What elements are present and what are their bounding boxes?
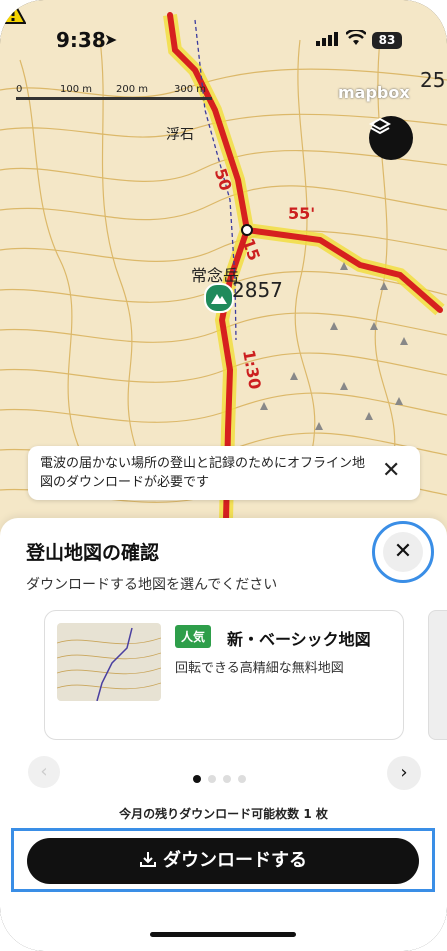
previous-card-button[interactable]: ‹	[28, 756, 60, 788]
close-icon: ✕	[383, 532, 423, 572]
location-arrow-icon: ➤	[104, 30, 118, 49]
route-time-label: 55'	[288, 204, 316, 223]
map-selection-sheet: 登山地図の確認 ✕ ダウンロードする地図を選んでください 人気 新・ベーシック地…	[0, 518, 447, 951]
remaining-downloads-text: 今月の残りダウンロード可能枚数 1 枚	[119, 807, 328, 821]
map-view[interactable]: 9:38 ➤ 83 0 100 m 200 m 300 m mapbox 25	[0, 0, 447, 560]
scale-label-200: 200 m	[116, 84, 149, 95]
next-card-button[interactable]: ›	[387, 756, 421, 790]
map-option-card[interactable]: 人気 新・ベーシック地図 回転できる高精細な無料地図	[44, 610, 404, 740]
page-dot	[208, 775, 216, 783]
map-option-title: 新・ベーシック地図	[227, 630, 371, 649]
scale-label-300: 300 m	[174, 84, 207, 95]
sheet-title: 登山地図の確認	[26, 542, 160, 564]
page-dot	[238, 775, 246, 783]
download-button-highlight: ダウンロードする	[11, 828, 435, 892]
popular-badge: 人気	[175, 625, 212, 648]
mapbox-logo: mapbox	[338, 83, 410, 102]
cellular-signal-icon	[316, 32, 338, 46]
home-indicator[interactable]	[150, 932, 296, 937]
status-bar: 9:38 ➤ 83	[0, 0, 447, 80]
chevron-right-icon: ›	[400, 762, 408, 783]
layers-icon	[369, 117, 391, 135]
mountain-icon	[211, 294, 227, 304]
map-option-description: 回転できる高精細な無料地図	[175, 661, 344, 676]
sheet-subtitle: ダウンロードする地図を選んでください	[26, 577, 278, 593]
map-layers-button[interactable]	[369, 116, 413, 160]
offline-notice-text: 電波の届かない場所の登山と記録のためにオフライン地図のダウンロードが必要です	[40, 456, 366, 490]
page-dot	[223, 775, 231, 783]
map-edge-number: 25	[420, 68, 446, 92]
scale-label-100: 100 m	[60, 84, 93, 95]
battery-indicator: 83	[372, 32, 402, 49]
close-icon[interactable]: ✕	[382, 458, 400, 483]
next-map-card-peek[interactable]	[428, 610, 447, 740]
peak-marker-icon[interactable]	[204, 283, 234, 313]
page-dot-active	[193, 775, 201, 783]
phone-screen: 9:38 ➤ 83 0 100 m 200 m 300 m mapbox 25	[0, 0, 447, 951]
status-time: 9:38	[56, 28, 106, 52]
map-thumbnail-image	[57, 627, 161, 701]
warning-icon[interactable]	[0, 0, 26, 24]
download-button[interactable]: ダウンロードする	[27, 838, 419, 884]
place-label-ukiishi: 浮石	[166, 127, 194, 143]
scale-label-0: 0	[16, 84, 23, 95]
download-button-label: ダウンロードする	[163, 850, 307, 871]
map-thumbnail	[57, 623, 161, 701]
download-icon	[140, 852, 156, 867]
wifi-icon	[346, 30, 366, 45]
map-scale-bar: 0 100 m 200 m 300 m	[16, 84, 212, 102]
sheet-close-button[interactable]: ✕	[372, 521, 434, 583]
scale-line	[16, 97, 212, 100]
offline-notice-banner: 電波の届かない場所の登山と記録のためにオフライン地図のダウンロードが必要です ✕	[28, 446, 420, 500]
page-indicator	[193, 768, 253, 787]
peak-height-label: 2857	[232, 278, 283, 302]
chevron-left-icon: ‹	[40, 761, 48, 782]
